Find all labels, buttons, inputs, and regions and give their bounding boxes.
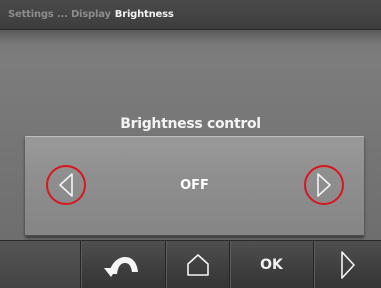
brightness-panel: OFF	[25, 136, 364, 236]
bottom-toolbar: OK	[0, 240, 381, 288]
control-title: Brightness control	[120, 116, 261, 132]
chevron-right-icon	[317, 173, 331, 197]
back-button[interactable]	[81, 241, 165, 288]
home-button[interactable]	[166, 241, 229, 288]
breadcrumb-path[interactable]: Settings ... Display	[8, 9, 111, 20]
home-icon	[186, 253, 209, 276]
next-button[interactable]	[314, 241, 381, 288]
next-icon	[340, 250, 355, 279]
increase-button[interactable]	[304, 165, 344, 205]
ok-button[interactable]: OK	[230, 241, 313, 288]
breadcrumb-current: Brightness	[114, 9, 174, 20]
ok-label: OK	[260, 256, 283, 273]
header-shadow	[0, 30, 381, 44]
back-arrow-icon	[104, 256, 138, 277]
toolbar-spacer	[0, 241, 80, 288]
screen: Settings ... Display Brightness Brightne…	[0, 0, 381, 288]
breadcrumb: Settings ... Display Brightness	[0, 0, 381, 30]
